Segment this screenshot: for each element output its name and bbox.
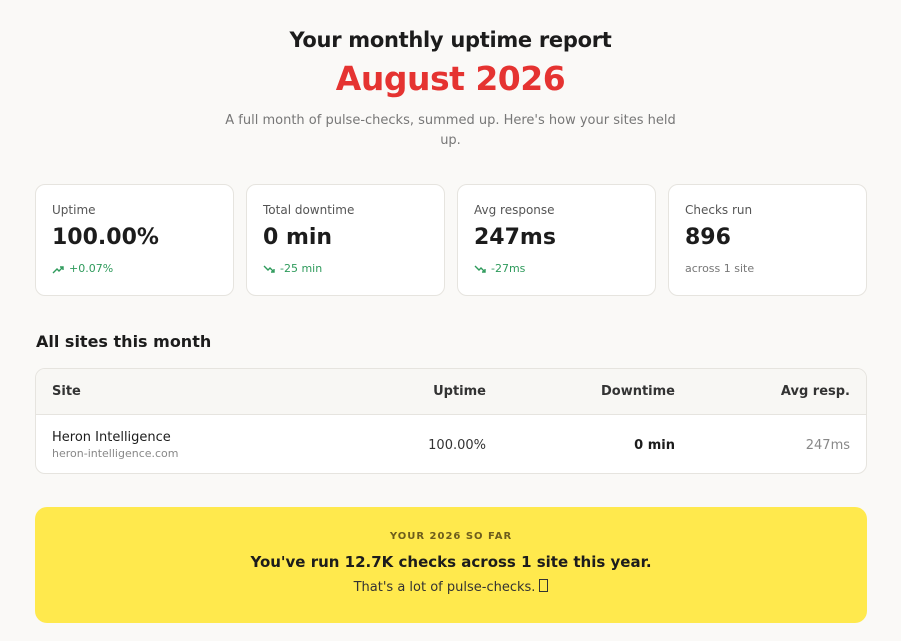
report-subtitle: A full month of pulse-checks, summed up.…: [225, 113, 676, 148]
uptime-cell: 100.00%: [428, 437, 486, 453]
stat-delta-value: -27ms: [491, 262, 526, 275]
report-page: Your monthly uptime report August 2026 A…: [0, 0, 901, 641]
stats-row: Uptime 100.00% +0.07% Total downtime 0 m…: [35, 184, 867, 296]
column-header-downtime: Downtime: [600, 384, 675, 399]
stat-delta: -25 min: [263, 261, 428, 277]
report-header: Your monthly uptime report August 2026 A…: [0, 0, 901, 151]
stat-delta-value: -25 min: [280, 262, 323, 275]
site-cell: Heron Intelligence heron-intelligence.co…: [36, 429, 366, 461]
banner-sub-text: That's a lot of pulse-checks.: [353, 580, 536, 595]
site-name: Heron Intelligence: [52, 430, 171, 445]
stat-label: Checks run: [685, 203, 753, 217]
trend-down-icon: [263, 265, 275, 273]
stat-card-downtime: Total downtime 0 min -25 min: [246, 184, 445, 296]
column-header-avg-resp: Avg resp.: [780, 384, 850, 399]
sites-section-title: All sites this month: [36, 332, 212, 351]
column-header-site: Site: [52, 384, 81, 399]
report-title: Your monthly uptime report: [289, 28, 612, 52]
year-summary-banner: YOUR 2026 SO FAR You've run 12.7K checks…: [35, 507, 867, 623]
stat-delta-value: +0.07%: [69, 262, 114, 275]
missing-glyph-icon: [539, 579, 549, 592]
banner-sub: That's a lot of pulse-checks.: [35, 579, 867, 597]
banner-eyebrow: YOUR 2026 SO FAR: [389, 531, 513, 542]
avg-resp-cell: 247ms: [805, 437, 850, 453]
stat-label: Avg response: [474, 203, 555, 217]
banner-headline: You've run 12.7K checks across 1 site th…: [250, 553, 652, 571]
stat-card-uptime: Uptime 100.00% +0.07%: [35, 184, 234, 296]
column-header-uptime: Uptime: [433, 384, 486, 399]
stat-label: Total downtime: [263, 203, 355, 217]
trend-down-icon: [474, 265, 486, 273]
report-month: August 2026: [335, 59, 566, 98]
sites-table: Site Uptime Downtime Avg resp. Heron Int…: [35, 368, 867, 474]
stat-note: across 1 site: [685, 262, 755, 275]
table-row[interactable]: Heron Intelligence heron-intelligence.co…: [36, 415, 866, 473]
table-header: Site Uptime Downtime Avg resp.: [36, 369, 866, 415]
stat-value: 247ms: [474, 225, 556, 250]
downtime-cell: 0 min: [634, 437, 675, 453]
site-host: heron-intelligence.com: [52, 447, 179, 460]
stat-value: 0 min: [263, 225, 333, 250]
stat-value: 896: [685, 225, 731, 250]
stat-delta: +0.07%: [52, 261, 217, 277]
trend-up-icon: [52, 265, 64, 273]
stat-card-checks-run: Checks run 896 across 1 site: [668, 184, 867, 296]
stat-label: Uptime: [52, 203, 96, 217]
stat-card-avg-response: Avg response 247ms -27ms: [457, 184, 656, 296]
stat-value: 100.00%: [52, 225, 159, 250]
stat-delta: -27ms: [474, 261, 639, 277]
